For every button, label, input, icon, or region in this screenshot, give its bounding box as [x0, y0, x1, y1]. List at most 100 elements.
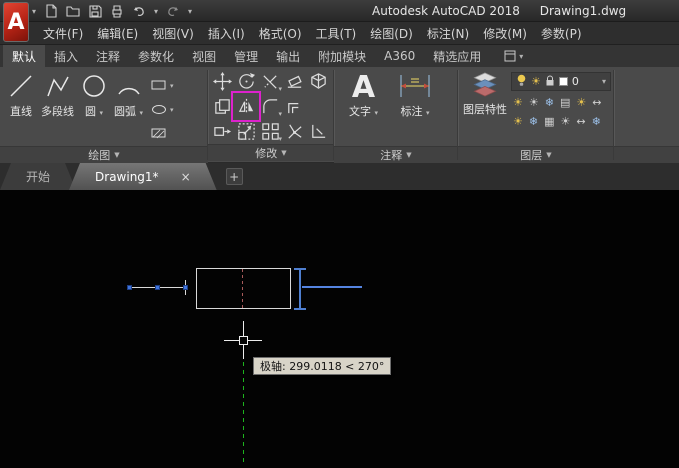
- move-button[interactable]: [210, 69, 234, 94]
- explode-button[interactable]: [282, 119, 306, 144]
- layers-panel-label[interactable]: 图层▼: [458, 146, 614, 163]
- 3d-box-button[interactable]: [306, 69, 330, 94]
- layer-tool-icon[interactable]: ↔: [576, 116, 585, 127]
- ribbon: 直线 多段线 圆 ▾ 圆弧 ▾ ▾: [0, 67, 679, 163]
- layer-properties-button[interactable]: 图层特性: [462, 70, 508, 117]
- redo-icon[interactable]: [166, 4, 180, 18]
- drawing-canvas[interactable]: 极轴: 299.0118 < 270°: [0, 190, 679, 468]
- dimension-button[interactable]: 标注 ▾: [395, 70, 435, 119]
- line-button[interactable]: 直线: [4, 70, 38, 119]
- dimension-label: 标注 ▾: [401, 106, 430, 119]
- ribbon-tab-annotate[interactable]: 注释: [87, 45, 129, 67]
- rectangle-button[interactable]: ▾: [151, 76, 174, 95]
- menu-edit[interactable]: 编辑(E): [90, 22, 145, 45]
- menu-tools[interactable]: 工具(T): [309, 22, 364, 45]
- application-menu-caret-icon[interactable]: ▾: [32, 7, 36, 16]
- layer-dropdown[interactable]: ☀ 0 ▾: [511, 72, 611, 91]
- hatch-button[interactable]: [151, 124, 174, 143]
- fillet-button[interactable]: ▾: [258, 94, 282, 119]
- arc-label: 圆弧 ▾: [114, 106, 143, 119]
- mirror-button[interactable]: [234, 94, 258, 119]
- qat-dropdown-icon[interactable]: ▾: [188, 7, 192, 16]
- layer-tools-row-2: ☀ ❄ ▦ ☀ ↔ ❄: [511, 113, 611, 129]
- layers-panel-content: 图层特性 ☀ 0 ▾ ☀ ☀ ❄ ▤: [458, 67, 614, 146]
- text-icon: A: [352, 72, 375, 104]
- layer-tool-icon[interactable]: ❄: [529, 116, 538, 127]
- layer-tool-icon[interactable]: ▤: [560, 97, 570, 108]
- copy-button[interactable]: [210, 94, 234, 119]
- layer-tool-icon[interactable]: ☀: [513, 116, 523, 127]
- menu-format[interactable]: 格式(O): [252, 22, 309, 45]
- measure-button[interactable]: [306, 119, 330, 144]
- file-tab-drawing1[interactable]: Drawing1* ×: [69, 163, 217, 190]
- app-name: Autodesk AutoCAD 2018: [372, 4, 520, 18]
- ellipse-button[interactable]: ▾: [151, 100, 174, 119]
- new-file-icon[interactable]: [44, 4, 58, 18]
- layer-tool-icon[interactable]: ☀: [576, 97, 586, 108]
- ribbon-tab-parametric[interactable]: 参数化: [129, 45, 183, 67]
- polyline-label: 多段线: [41, 106, 74, 119]
- offset-button[interactable]: [282, 94, 306, 119]
- circle-button[interactable]: 圆 ▾: [77, 70, 111, 119]
- layer-tool-icon[interactable]: ❄: [545, 97, 554, 108]
- arc-button[interactable]: 圆弧 ▾: [111, 70, 146, 119]
- layer-tool-icon[interactable]: ↔: [592, 97, 601, 108]
- drawn-rectangle[interactable]: [196, 268, 291, 309]
- grip-handle[interactable]: [127, 285, 132, 290]
- menu-view[interactable]: 视图(V): [145, 22, 201, 45]
- stretch-button[interactable]: [210, 119, 234, 144]
- file-tab-start[interactable]: 开始: [0, 163, 76, 190]
- undo-dropdown-icon[interactable]: ▾: [154, 7, 158, 16]
- ribbon-tab-insert[interactable]: 插入: [45, 45, 87, 67]
- array-button[interactable]: ▾: [258, 119, 282, 144]
- ribbon-tab-view[interactable]: 视图: [183, 45, 225, 67]
- ribbon-tab-addins[interactable]: 附加模块: [309, 45, 375, 67]
- right-vertical-top-cap[interactable]: [294, 268, 306, 270]
- application-menu-button[interactable]: A: [3, 2, 29, 42]
- ribbon-tab-featured-apps[interactable]: 精选应用: [424, 45, 490, 67]
- layer-tool-icon[interactable]: ▦: [544, 116, 554, 127]
- new-tab-button[interactable]: +: [226, 168, 243, 185]
- save-icon[interactable]: [88, 4, 102, 18]
- trim-button[interactable]: ▾: [258, 69, 282, 94]
- undo-icon[interactable]: [132, 4, 146, 18]
- erase-button[interactable]: [282, 69, 306, 94]
- polyline-button[interactable]: 多段线: [38, 70, 77, 119]
- arc-icon: [115, 72, 143, 104]
- ribbon-tab-a360[interactable]: A360: [375, 45, 424, 67]
- plot-icon[interactable]: [110, 4, 124, 18]
- ellipse-caret-icon: ▾: [170, 106, 174, 114]
- annotation-panel-label[interactable]: 注释▼: [334, 146, 458, 163]
- ribbon-tab-manage[interactable]: 管理: [225, 45, 267, 67]
- ribbon-tab-output[interactable]: 输出: [267, 45, 309, 67]
- menu-parametric[interactable]: 参数(P): [534, 22, 589, 45]
- open-folder-icon[interactable]: [66, 4, 80, 18]
- layer-tool-icon[interactable]: ☀: [513, 97, 523, 108]
- menu-modify[interactable]: 修改(M): [476, 22, 534, 45]
- grip-handle[interactable]: [155, 285, 160, 290]
- scale-button[interactable]: [234, 119, 258, 144]
- modify-panel-label[interactable]: 修改▼: [208, 144, 334, 161]
- menu-file[interactable]: 文件(F): [36, 22, 90, 45]
- menu-insert[interactable]: 插入(I): [201, 22, 252, 45]
- text-button[interactable]: A 文字 ▾: [346, 70, 381, 119]
- layer-tool-icon[interactable]: ☀: [561, 116, 571, 127]
- right-vertical-line-entity[interactable]: [299, 268, 301, 310]
- polar-tracking-line: [243, 362, 244, 462]
- close-tab-icon[interactable]: ×: [181, 170, 191, 184]
- ribbon-display-toggle[interactable]: ▾: [500, 45, 527, 67]
- ribbon-tab-home[interactable]: 默认: [3, 45, 45, 67]
- rotate-button[interactable]: [234, 69, 258, 94]
- layer-tool-icon[interactable]: ❄: [592, 116, 601, 127]
- grip-handle[interactable]: [183, 285, 188, 290]
- ribbon-filler: [614, 67, 679, 163]
- menu-draw[interactable]: 绘图(D): [363, 22, 420, 45]
- draw-panel-label[interactable]: 绘图▼: [0, 146, 208, 163]
- circle-caret-icon: ▾: [99, 109, 103, 117]
- right-vertical-bottom-cap[interactable]: [294, 308, 306, 310]
- layer-tool-icon[interactable]: ☀: [529, 97, 539, 108]
- ribbon-tab-bar: 默认 插入 注释 参数化 视图 管理 输出 附加模块 A360 精选应用 ▾: [0, 45, 679, 67]
- rectangle-caret-icon: ▾: [170, 82, 174, 90]
- menu-dimension[interactable]: 标注(N): [420, 22, 476, 45]
- right-horizontal-line-entity[interactable]: [302, 286, 362, 288]
